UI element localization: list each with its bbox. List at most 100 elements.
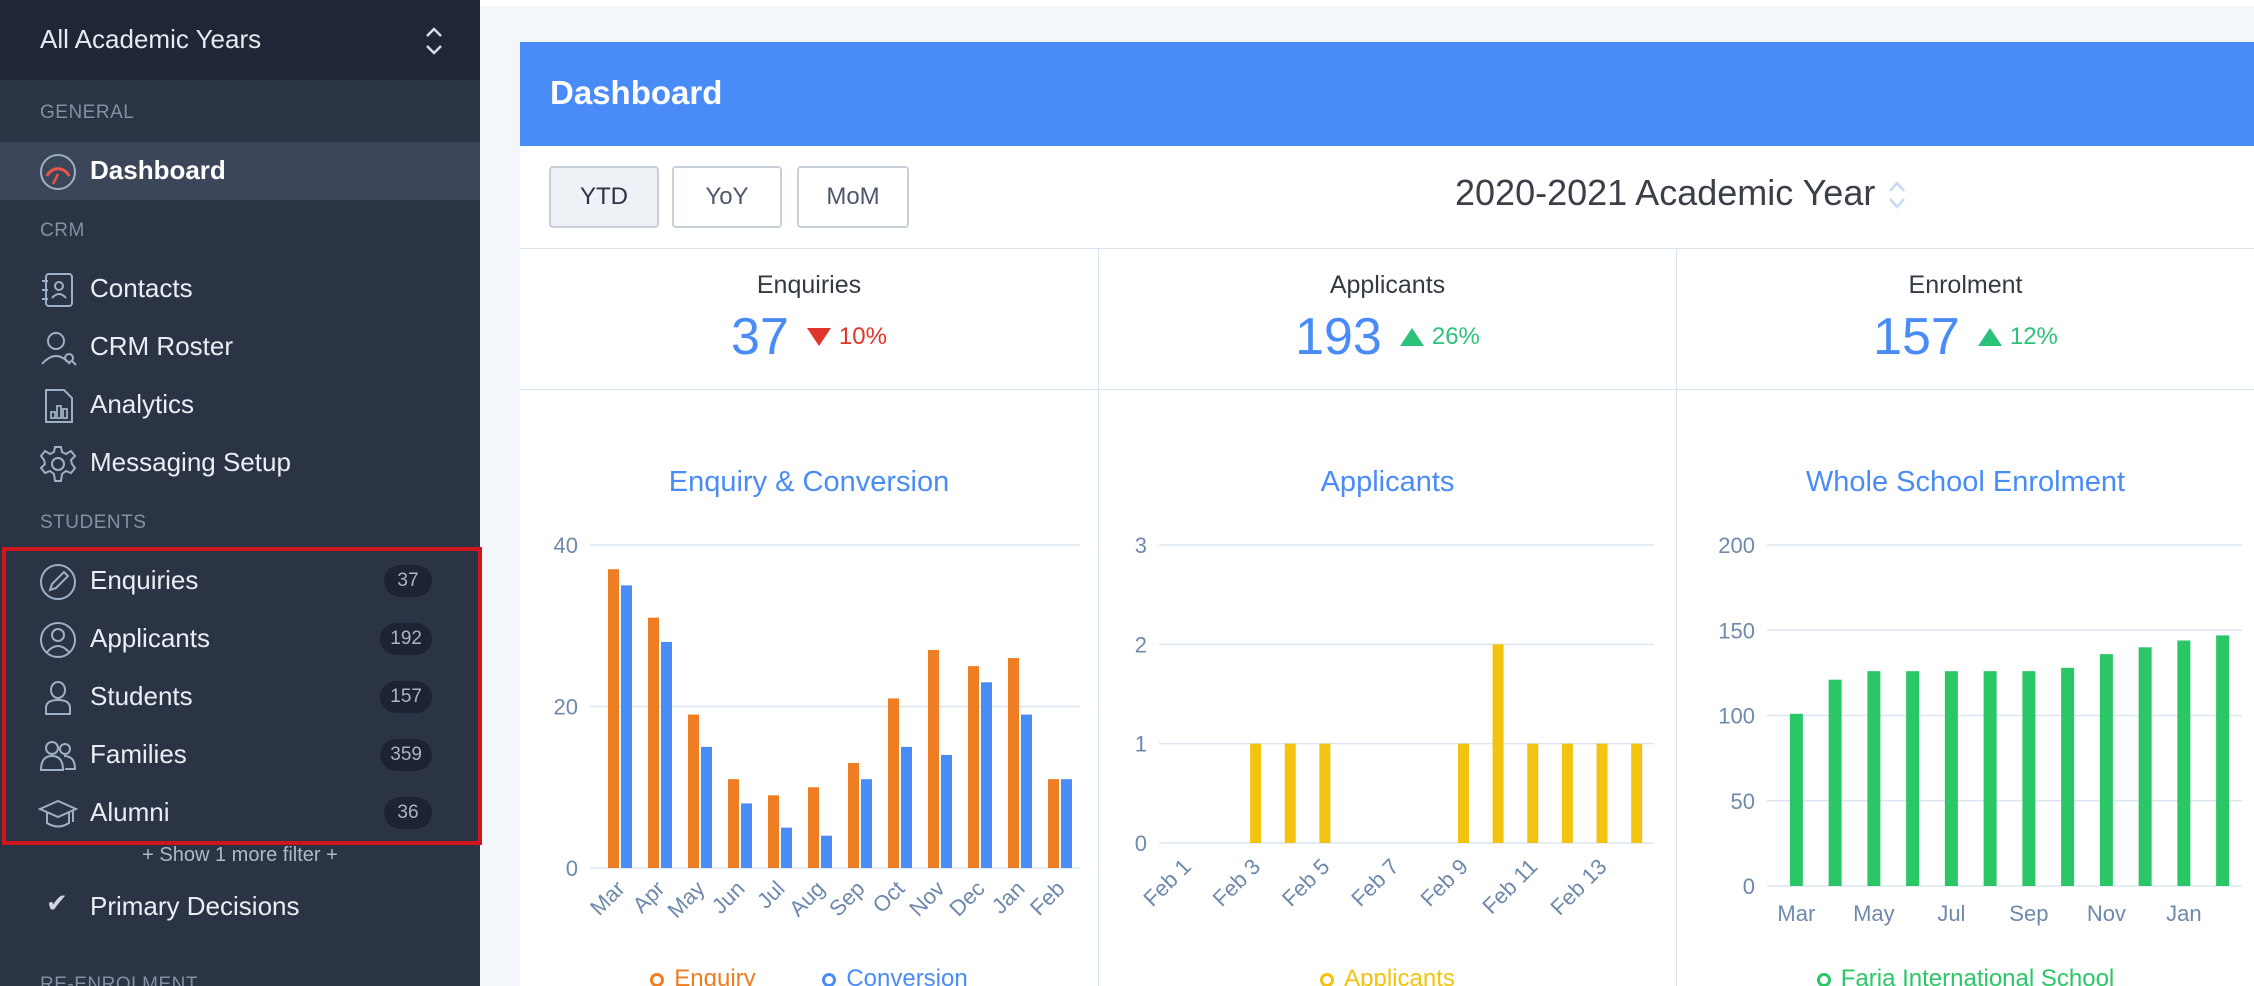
section-reenrolment: RE-ENROLMENT	[40, 974, 199, 986]
sidebar-item-analytics[interactable]: Analytics	[0, 376, 480, 434]
legend-dot-icon	[822, 972, 837, 986]
enquiry-conversion-chart: Enquiry & Conversion 0 20 40 Mar Apr May Jun Ju…	[520, 390, 1098, 986]
bar	[688, 714, 699, 868]
stat-value: 193	[1295, 308, 1382, 366]
chart-legend: Applicants	[1099, 965, 1676, 986]
dashboard-card: Dashboard YTD YoY MoM 2020-2021 Academic…	[520, 42, 2254, 986]
x-tick-label: Jun	[707, 876, 750, 919]
bar	[701, 746, 712, 868]
legend-dot-icon	[1320, 972, 1335, 986]
sidebar-item-applicants[interactable]: Applicants 192	[0, 610, 480, 668]
sidebar-item-alumni[interactable]: Alumni 36	[0, 784, 480, 842]
bar	[2061, 667, 2075, 886]
x-tick-label: Feb 1	[1138, 854, 1195, 911]
bar	[1944, 671, 1958, 886]
stat-label: Enrolment	[1908, 271, 2023, 299]
bar	[661, 641, 672, 868]
bar	[1527, 743, 1539, 843]
stat-value: 157	[1873, 308, 1960, 366]
sidebar-item-label: Students	[90, 681, 193, 711]
trend-up-icon	[1977, 328, 2002, 346]
legend-dot-icon	[1816, 972, 1831, 986]
sidebar-item-dashboard[interactable]: Dashboard	[0, 142, 480, 200]
mom-button[interactable]: MoM	[797, 166, 909, 228]
bar	[1867, 671, 1881, 886]
dashboard-gauge-icon	[38, 152, 78, 192]
legend-label: Enquiry	[674, 965, 756, 986]
x-tick-label: Feb 5	[1277, 854, 1334, 911]
sidebar-item-enquiries[interactable]: Enquiries 37	[0, 552, 480, 610]
count-badge: 36	[384, 797, 432, 829]
sidebar-item-label: Contacts	[90, 273, 193, 303]
y-tick-label: 0	[1135, 831, 1147, 856]
academic-year-select[interactable]: 2020-2021 Academic Year	[1455, 172, 1909, 215]
legend-item-conversion[interactable]: Conversion	[822, 965, 968, 986]
section-general: GENERAL	[40, 102, 135, 123]
applicants-chart: Applicants 0 1 2 3 Feb 1 Feb 3 Feb 5 Feb 7 Feb 9…	[1098, 390, 1676, 986]
bar	[861, 779, 872, 868]
bar	[1061, 779, 1072, 868]
academic-year-label: 2020-2021 Academic Year	[1455, 172, 1876, 213]
show-more-filter-link[interactable]: + Show 1 more filter +	[0, 844, 480, 867]
enrolment-plot: 0 50 100 150 200 Mar May Jul Sep Nov Jan	[1718, 533, 2242, 926]
student-person-icon	[38, 678, 78, 718]
sidebar-item-families[interactable]: Families 359	[0, 726, 480, 784]
stat-enrolment: Enrolment 157 12%	[1676, 249, 2254, 391]
trend-down-icon	[806, 328, 831, 346]
bar	[888, 698, 899, 868]
sidebar-item-primary-decisions[interactable]: ✔ Primary Decisions	[0, 878, 480, 936]
stat-change: 12%	[2009, 323, 2058, 350]
x-tick-label: Aug	[784, 876, 829, 921]
x-tick-label: Mar	[585, 876, 629, 920]
chevron-up-down-icon	[426, 27, 442, 55]
x-tick-label: Feb 7	[1346, 854, 1403, 911]
bar	[648, 617, 659, 868]
x-tick-label: Apr	[628, 876, 670, 918]
family-people-icon	[38, 736, 78, 776]
sidebar-item-messaging-setup[interactable]: Messaging Setup	[0, 434, 480, 492]
x-tick-label: Nov	[2087, 901, 2126, 926]
sort-up-down-icon	[1889, 181, 1906, 210]
y-tick-label: 50	[1731, 789, 1755, 814]
enquiry-conversion-plot: 0 20 40 MarAprMayJun JulAugSepOctNovDecJanFe…	[554, 533, 1080, 923]
legend-item-school[interactable]: Faria International School	[1816, 965, 2114, 986]
trend-up-icon	[1399, 328, 1424, 346]
sidebar-item-students[interactable]: Students 157	[0, 668, 480, 726]
bar	[1048, 779, 1059, 868]
sidebar-item-label: Families	[90, 739, 187, 769]
y-tick-label: 1	[1135, 732, 1147, 757]
analytics-chart-icon	[38, 386, 78, 426]
bar	[2022, 671, 2036, 886]
bar	[1906, 671, 1920, 886]
contacts-book-icon	[38, 270, 78, 310]
bar	[821, 835, 832, 868]
bar	[1983, 671, 1997, 886]
x-tick-label: Jul	[752, 876, 790, 914]
stat-enquiries: Enquiries 37 10%	[520, 249, 1098, 391]
sidebar-item-crm-roster[interactable]: CRM Roster	[0, 318, 480, 376]
sidebar-item-label: Alumni	[90, 797, 170, 827]
legend-label: Conversion	[846, 965, 968, 986]
sidebar-item-label: Applicants	[90, 623, 210, 653]
bar	[1021, 714, 1032, 868]
bar	[2138, 647, 2152, 886]
y-tick-label: 0	[1743, 874, 1755, 899]
legend-item-enquiry[interactable]: Enquiry	[650, 965, 756, 986]
bar	[1561, 743, 1573, 843]
sidebar-item-label: Dashboard	[90, 155, 226, 185]
ytd-button[interactable]: YTD	[549, 166, 659, 228]
gear-icon	[38, 444, 78, 484]
pencil-circle-icon	[38, 562, 78, 602]
yoy-button[interactable]: YoY	[672, 166, 782, 228]
legend-item-applicants[interactable]: Applicants	[1320, 965, 1455, 986]
academic-year-selector[interactable]: All Academic Years	[0, 0, 480, 80]
sidebar-item-contacts[interactable]: Contacts	[0, 260, 480, 318]
x-tick-label: Sep	[824, 876, 869, 921]
bar	[808, 787, 819, 868]
bar	[728, 779, 739, 868]
y-tick-label: 150	[1718, 618, 1755, 643]
x-tick-label: Feb 11	[1477, 854, 1542, 919]
person-circle-icon	[38, 620, 78, 660]
x-tick-label: Jan	[2166, 901, 2201, 926]
stat-change: 10%	[838, 323, 887, 350]
